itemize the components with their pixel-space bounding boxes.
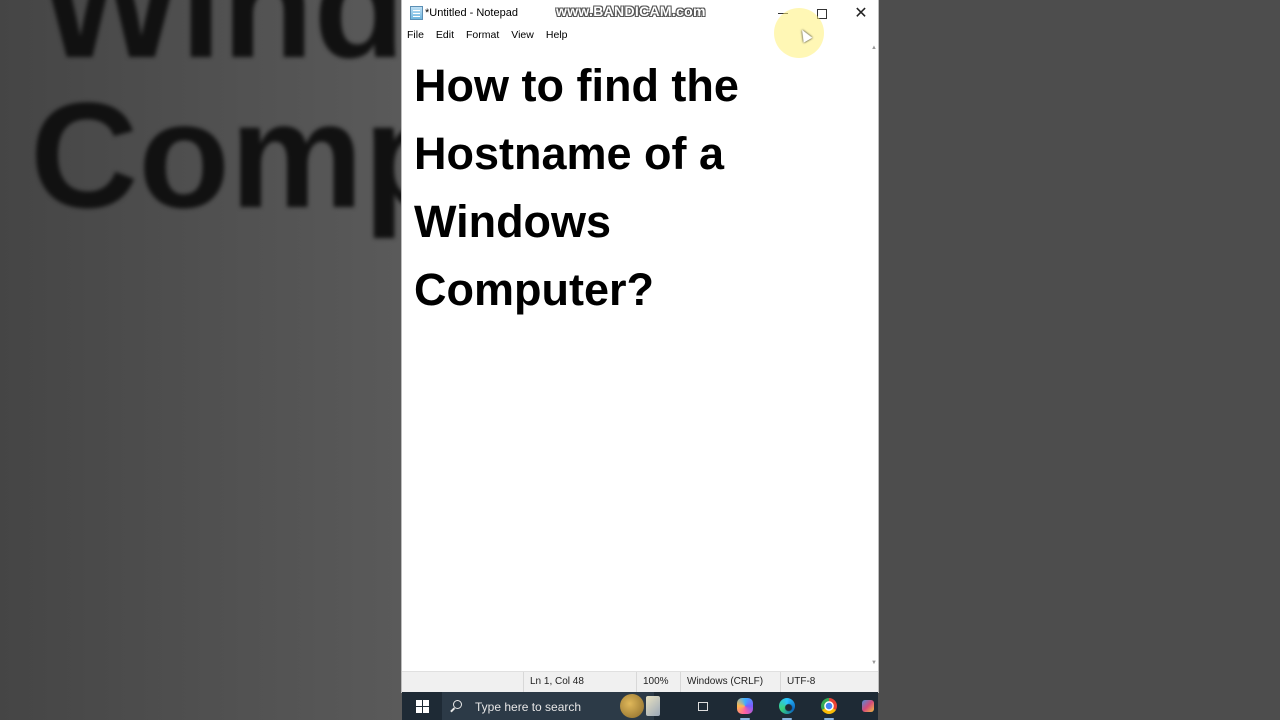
copilot-button[interactable] bbox=[736, 697, 754, 720]
background-blur-left: Windc Comp bbox=[0, 0, 402, 720]
windows-logo-icon bbox=[415, 699, 429, 713]
notepad-window: *Untitled - Notepad www.BANDICAM.com ✕ F… bbox=[402, 0, 881, 693]
start-button[interactable] bbox=[402, 692, 442, 720]
menu-edit[interactable]: Edit bbox=[430, 27, 460, 43]
background-text-line1: Windc bbox=[40, 0, 402, 89]
search-icon bbox=[453, 700, 462, 709]
status-cursor-position: Ln 1, Col 48 bbox=[523, 672, 636, 693]
status-line-ending: Windows (CRLF) bbox=[680, 672, 780, 693]
text-editor[interactable]: How to find the Hostname of a Windows Co… bbox=[402, 43, 870, 671]
chrome-button[interactable] bbox=[820, 697, 838, 720]
background-blur-right bbox=[878, 0, 1280, 720]
edge-icon bbox=[779, 698, 795, 714]
status-bar: Ln 1, Col 48 100% Windows (CRLF) UTF-8 bbox=[402, 671, 878, 693]
status-zoom: 100% bbox=[636, 672, 680, 693]
window-title: *Untitled - Notepad bbox=[425, 7, 518, 19]
edge-button[interactable] bbox=[778, 697, 796, 720]
copilot-icon bbox=[737, 698, 753, 714]
close-icon: ✕ bbox=[854, 4, 868, 22]
taskbar-search-box[interactable]: Type here to search bbox=[442, 692, 660, 720]
bandicam-watermark: www.BANDICAM.com bbox=[556, 3, 706, 19]
menu-file[interactable]: File bbox=[402, 27, 430, 43]
status-encoding: UTF-8 bbox=[780, 672, 878, 693]
menu-help[interactable]: Help bbox=[540, 27, 574, 43]
chrome-icon bbox=[821, 698, 837, 714]
vertical-scrollbar[interactable]: ▲ ▼ bbox=[870, 43, 878, 671]
scroll-down-icon[interactable]: ▼ bbox=[871, 660, 877, 666]
davinci-resolve-button[interactable] bbox=[861, 697, 875, 715]
task-view-button[interactable] bbox=[694, 697, 712, 715]
davinci-resolve-icon bbox=[862, 700, 874, 712]
close-button[interactable]: ✕ bbox=[841, 0, 881, 27]
taskbar: Type here to search bbox=[402, 692, 878, 720]
task-view-icon bbox=[698, 701, 708, 711]
scroll-up-icon[interactable]: ▲ bbox=[871, 45, 877, 51]
menu-format[interactable]: Format bbox=[460, 27, 505, 43]
menu-view[interactable]: View bbox=[505, 27, 540, 43]
search-highlight-secondary-icon bbox=[646, 696, 660, 716]
search-placeholder: Type here to search bbox=[475, 700, 582, 714]
background-text-line2: Comp bbox=[30, 71, 402, 239]
notepad-icon[interactable] bbox=[410, 6, 423, 20]
search-highlight-image-icon bbox=[620, 694, 644, 718]
editor-content[interactable]: How to find the Hostname of a Windows Co… bbox=[414, 52, 854, 324]
